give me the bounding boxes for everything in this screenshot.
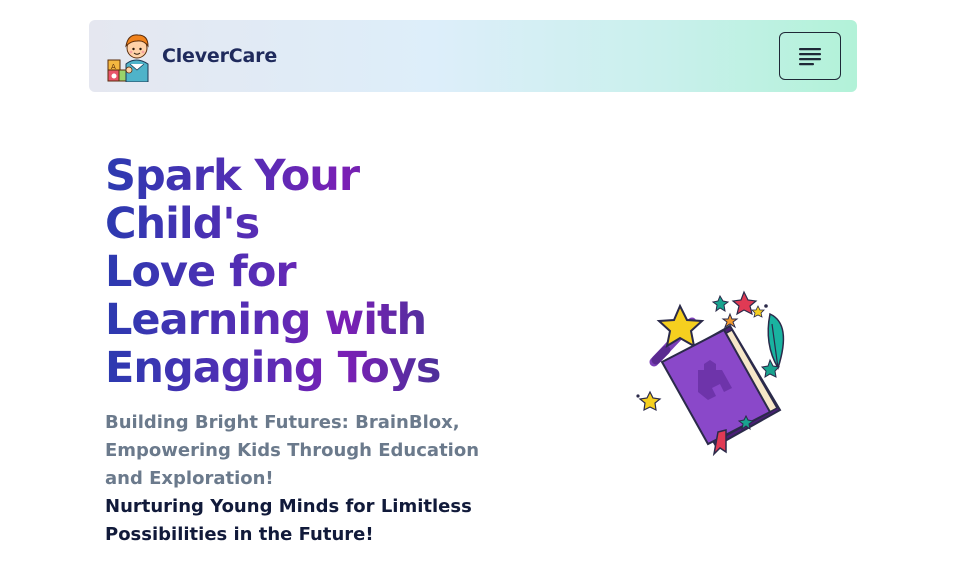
brand-link[interactable]: A CleverCare [106, 30, 277, 82]
magic-storybook-icon [636, 290, 785, 457]
child-with-toy-blocks-icon: A [107, 34, 149, 82]
hamburger-menu-icon [799, 48, 821, 66]
svg-text:A: A [111, 63, 116, 71]
hero-title: Spark Your Child's Love for Learning wit… [105, 152, 505, 392]
hero-title-line: Spark Your [105, 151, 360, 201]
hero-title-line: Child's [105, 199, 260, 249]
hero-title-line: Engaging Toys [105, 343, 441, 393]
hero-tagline: Nurturing Young Minds for Limitless Poss… [105, 496, 472, 545]
brand-name: CleverCare [162, 45, 278, 67]
hero-subtitle: Building Bright Futures: BrainBlox, Empo… [105, 412, 480, 489]
navbar: A CleverCare [89, 20, 857, 92]
menu-toggle-button[interactable] [779, 32, 841, 80]
hero-title-line: Learning with [105, 295, 427, 345]
hero-title-line: Love for [105, 247, 296, 297]
